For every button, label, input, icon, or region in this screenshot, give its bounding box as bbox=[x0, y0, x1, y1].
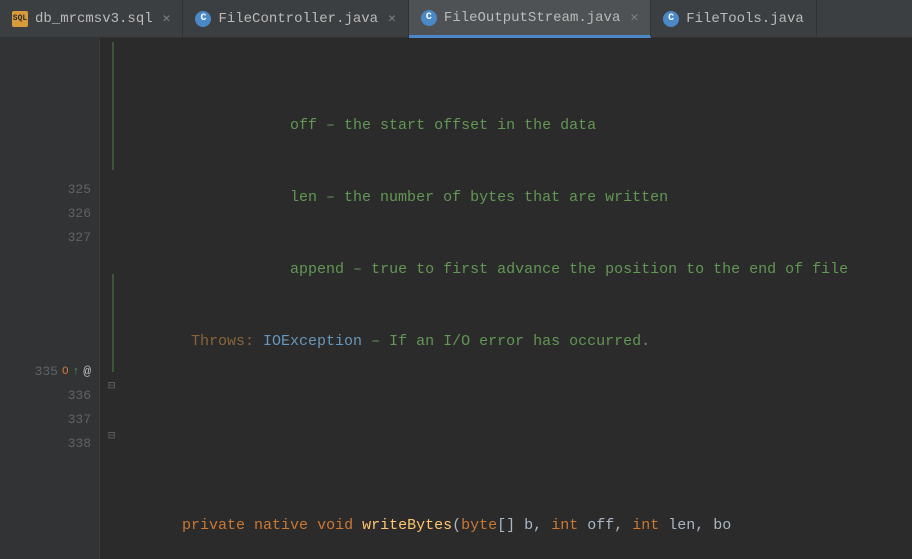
line-number: 327 bbox=[68, 226, 91, 250]
doc-line: len – the number of bytes that are writt… bbox=[132, 186, 912, 210]
line-number: 338 bbox=[68, 432, 91, 456]
line-number: 325 bbox=[68, 178, 91, 202]
doc-margin: ⊟ ⊟ bbox=[100, 38, 132, 559]
sql-file-icon: SQL bbox=[12, 11, 28, 27]
override-marker-icon[interactable]: O bbox=[62, 360, 69, 384]
doc-indicator-bar bbox=[112, 42, 114, 170]
doc-line: append – true to first advance the posit… bbox=[132, 258, 912, 282]
line-number: 335 bbox=[35, 360, 58, 384]
java-class-icon: C bbox=[421, 10, 437, 26]
tab-label: FileTools.java bbox=[686, 11, 804, 27]
java-class-icon: C bbox=[195, 11, 211, 27]
close-icon[interactable]: ✕ bbox=[388, 11, 396, 26]
code-area[interactable]: off – the start offset in the data len –… bbox=[132, 38, 912, 559]
tab-label: FileOutputStream.java bbox=[444, 10, 620, 26]
tab-filetools[interactable]: C FileTools.java bbox=[651, 0, 817, 37]
line-number: 326 bbox=[68, 202, 91, 226]
doc-line: off – the start offset in the data bbox=[132, 114, 912, 138]
java-class-icon: C bbox=[663, 11, 679, 27]
tab-sql-file[interactable]: SQL db_mrcmsv3.sql ✕ bbox=[0, 0, 183, 37]
fold-end-icon[interactable]: ⊟ bbox=[108, 428, 115, 443]
tab-bar: SQL db_mrcmsv3.sql ✕ C FileController.ja… bbox=[0, 0, 912, 38]
at-marker-icon: @ bbox=[83, 360, 91, 384]
tab-fileoutputstream[interactable]: C FileOutputStream.java ✕ bbox=[409, 0, 651, 38]
blank-line bbox=[132, 402, 912, 418]
code-editor[interactable]: 325 326 327 335 O↑ @ 336 337 338 ⊟ ⊟ off… bbox=[0, 38, 912, 559]
tab-label: db_mrcmsv3.sql bbox=[35, 11, 153, 27]
tab-filecontroller[interactable]: C FileController.java ✕ bbox=[183, 0, 408, 37]
doc-indicator-bar bbox=[112, 274, 114, 372]
implements-arrow-icon[interactable]: ↑ bbox=[73, 360, 80, 384]
line-number: 337 bbox=[68, 408, 91, 432]
close-icon[interactable]: ✕ bbox=[163, 11, 171, 26]
line-number-gutter: 325 326 327 335 O↑ @ 336 337 338 bbox=[0, 38, 100, 559]
line-number: 336 bbox=[68, 384, 91, 408]
tab-label: FileController.java bbox=[218, 11, 378, 27]
close-icon[interactable]: ✕ bbox=[630, 10, 638, 25]
code-line: private native void writeBytes(byte[] b,… bbox=[132, 514, 912, 538]
doc-line: Throws: IOException – If an I/O error ha… bbox=[132, 330, 912, 354]
fold-collapse-icon[interactable]: ⊟ bbox=[108, 378, 115, 393]
